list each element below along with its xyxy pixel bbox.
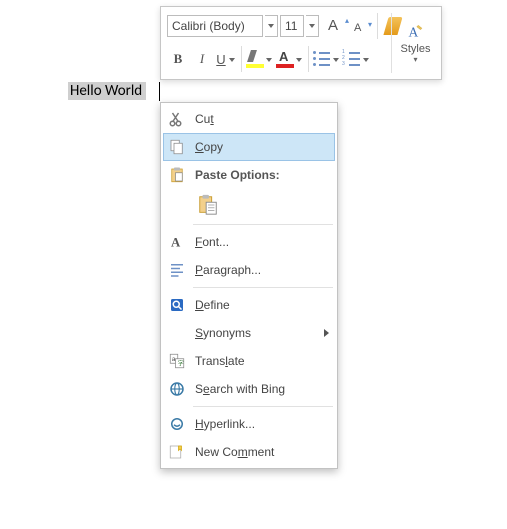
highlight-icon xyxy=(246,50,264,68)
font-name-input[interactable] xyxy=(167,15,263,37)
font-color-icon xyxy=(276,50,294,68)
clipboard-icon xyxy=(167,165,187,185)
highlight-button[interactable] xyxy=(246,47,274,71)
ctx-paste-options-label: Paste Options: xyxy=(195,168,329,182)
svg-text:A: A xyxy=(171,236,181,250)
ctx-copy[interactable]: Copy xyxy=(163,133,335,161)
numbering-icon xyxy=(343,51,361,67)
font-name-dropdown[interactable] xyxy=(265,15,278,37)
grow-font-button[interactable] xyxy=(327,14,349,38)
comment-icon xyxy=(167,442,187,462)
ctx-translate[interactable]: a字 Translate xyxy=(163,347,335,375)
styles-label: Styles xyxy=(401,43,431,55)
separator xyxy=(193,287,333,288)
font-color-button[interactable] xyxy=(276,47,304,71)
paste-keep-source-button[interactable] xyxy=(195,192,221,218)
submenu-arrow-icon xyxy=(324,329,329,337)
separator xyxy=(377,13,378,39)
cut-icon xyxy=(167,109,187,129)
separator xyxy=(241,46,242,72)
ctx-define[interactable]: Define xyxy=(163,291,335,319)
font-icon: A xyxy=(167,232,187,252)
underline-button[interactable]: U xyxy=(215,47,237,71)
numbering-button[interactable] xyxy=(343,47,371,71)
italic-button[interactable]: I xyxy=(191,47,213,71)
hyperlink-icon xyxy=(167,414,187,434)
ctx-paragraph-label: Paragraph... xyxy=(195,263,329,277)
ctx-synonyms[interactable]: Synonyms xyxy=(163,319,335,347)
ctx-search-bing-label: Search with Bing xyxy=(195,382,329,396)
shrink-font-button[interactable] xyxy=(351,14,373,38)
ctx-cut[interactable]: Cut xyxy=(163,105,335,133)
ctx-cut-label: Cut xyxy=(195,112,329,126)
search-icon xyxy=(167,379,187,399)
ctx-define-label: Define xyxy=(195,298,329,312)
paste-keep-source-icon xyxy=(197,194,219,216)
ctx-hyperlink[interactable]: Hyperlink... xyxy=(163,410,335,438)
separator xyxy=(193,224,333,225)
text-caret xyxy=(159,82,160,101)
font-size-input[interactable] xyxy=(280,15,304,37)
ctx-font[interactable]: A Font... xyxy=(163,228,335,256)
paragraph-icon xyxy=(167,260,187,280)
bullets-button[interactable] xyxy=(313,47,341,71)
translate-icon: a字 xyxy=(167,351,187,371)
ctx-copy-label: Copy xyxy=(195,140,329,154)
ctx-synonyms-label: Synonyms xyxy=(195,326,316,340)
selected-text[interactable]: Hello World xyxy=(68,82,146,100)
mini-toolbar: B I U A Styles ▾ xyxy=(160,6,442,80)
styles-button[interactable]: A Styles ▾ xyxy=(391,13,437,73)
ctx-paste-options-heading: Paste Options: xyxy=(163,161,335,189)
context-menu: Cut Copy Paste Options: A Font... xyxy=(160,102,338,469)
bullets-icon xyxy=(313,51,331,67)
define-icon xyxy=(167,295,187,315)
font-size-dropdown[interactable] xyxy=(306,15,319,37)
separator xyxy=(308,46,309,72)
styles-icon: A xyxy=(407,23,425,41)
grow-font-icon xyxy=(328,16,348,36)
separator xyxy=(193,406,333,407)
shrink-font-icon xyxy=(352,16,372,36)
bold-button[interactable]: B xyxy=(167,47,189,71)
ctx-translate-label: Translate xyxy=(195,354,329,368)
ctx-paragraph[interactable]: Paragraph... xyxy=(163,256,335,284)
ctx-new-comment-label: New Comment xyxy=(195,445,329,459)
ctx-new-comment[interactable]: New Comment xyxy=(163,438,335,466)
ctx-search-bing[interactable]: Search with Bing xyxy=(163,375,335,403)
ctx-hyperlink-label: Hyperlink... xyxy=(195,417,329,431)
synonyms-icon xyxy=(167,323,187,343)
paste-options-row xyxy=(163,189,335,221)
ctx-font-label: Font... xyxy=(195,235,329,249)
copy-icon xyxy=(167,137,187,157)
